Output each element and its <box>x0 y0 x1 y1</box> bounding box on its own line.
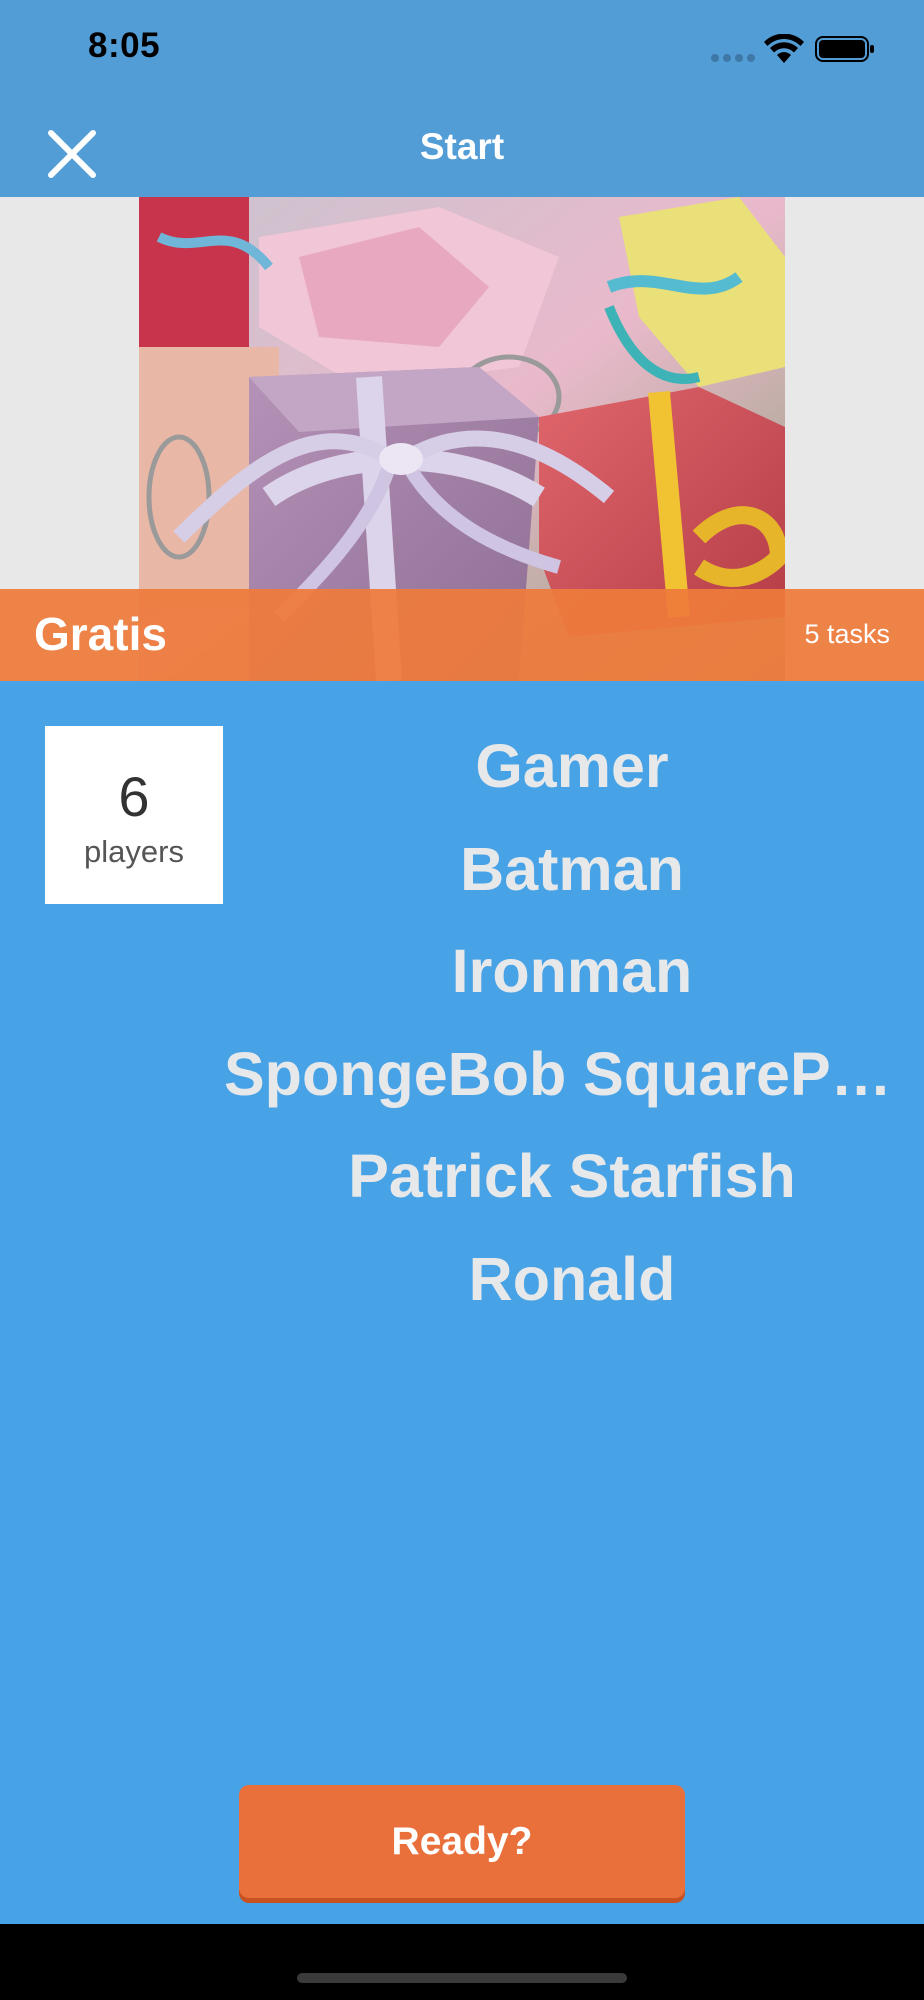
category-bar: Gratis 5 tasks <box>0 589 924 681</box>
home-indicator-area <box>0 1924 924 2000</box>
battery-icon <box>815 36 874 62</box>
cellular-signal-icon <box>711 54 755 62</box>
nav-bar: Start <box>0 104 924 197</box>
player-count-label: players <box>84 834 184 869</box>
player-name: Ironman <box>451 937 693 1005</box>
player-name: Ronald <box>468 1244 676 1313</box>
player-count: 6 <box>118 765 150 828</box>
player-name: Batman <box>460 834 684 903</box>
player-list: Gamer Batman Ironman SpongeBob SquarePan… <box>224 715 920 1330</box>
wifi-icon <box>764 34 804 63</box>
player-name: SpongeBob SquarePants <box>224 1039 920 1108</box>
page-title: Start <box>419 126 505 167</box>
status-bar: 8:05 <box>0 0 924 104</box>
player-name: Patrick Starfish <box>348 1142 796 1210</box>
home-indicator[interactable] <box>297 1973 627 1983</box>
status-time: 8:05 <box>88 26 161 65</box>
task-count: 5 tasks <box>804 619 890 649</box>
ready-button[interactable]: Ready? <box>239 1785 685 1898</box>
player-name: Gamer <box>475 732 669 800</box>
player-count-box: 6 players <box>45 726 223 904</box>
category-title: Gratis <box>34 608 167 660</box>
